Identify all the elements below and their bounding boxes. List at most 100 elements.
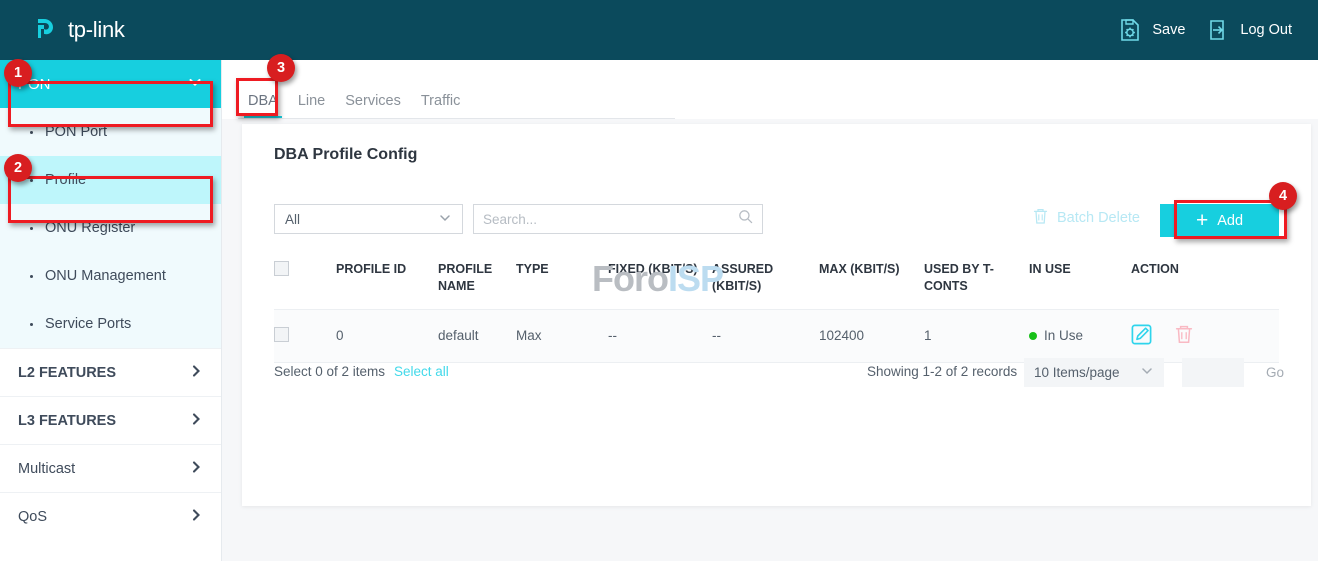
edit-icon[interactable] bbox=[1131, 324, 1152, 348]
logout-label: Log Out bbox=[1240, 22, 1292, 38]
column-in-use: IN USE bbox=[1029, 253, 1131, 309]
search-box[interactable] bbox=[473, 204, 763, 234]
cell-used-by-tconts: 1 bbox=[924, 309, 1029, 362]
row-checkbox[interactable] bbox=[274, 327, 289, 342]
cell-max: 102400 bbox=[819, 309, 924, 362]
sidebar-item-l2-features[interactable]: L2 FEATURES bbox=[0, 348, 221, 396]
cell-type: Max bbox=[516, 309, 608, 362]
cell-assured: -- bbox=[712, 309, 819, 362]
table-header-row: PROFILE ID PROFILE NAME TYPE FIXED (KBIT… bbox=[274, 253, 1279, 309]
column-profile-id: PROFILE ID bbox=[336, 253, 438, 309]
sidebar-item-label: L3 FEATURES bbox=[18, 413, 116, 429]
save-button[interactable]: Save bbox=[1117, 17, 1185, 43]
tab-bar: DBA Line Services Traffic bbox=[222, 60, 1318, 119]
table-toolbar: All bbox=[274, 204, 1279, 234]
search-icon[interactable] bbox=[738, 209, 753, 229]
cell-profile-name: default bbox=[438, 309, 516, 362]
cell-profile-id: 0 bbox=[336, 309, 438, 362]
filter-select-value: All bbox=[285, 212, 300, 227]
items-per-page-select[interactable]: 10 Items/page bbox=[1024, 358, 1164, 387]
sidebar-item-label: Profile bbox=[45, 172, 86, 188]
dba-profile-table: PROFILE ID PROFILE NAME TYPE FIXED (KBIT… bbox=[274, 253, 1279, 363]
add-button[interactable]: + Add bbox=[1160, 204, 1279, 237]
table-row[interactable]: 0 default Max -- -- 102400 1 In Use bbox=[274, 309, 1279, 362]
status-dot-icon bbox=[1029, 332, 1037, 340]
sidebar-group-pon-label: PON bbox=[18, 76, 51, 93]
delete-icon[interactable] bbox=[1174, 324, 1194, 348]
cell-fixed: -- bbox=[608, 309, 712, 362]
sidebar-item-pon-port[interactable]: PON Port bbox=[0, 108, 221, 156]
sidebar-sublist: PON Port Profile ONU Register ONU Manage… bbox=[0, 108, 221, 348]
page-title: DBA Profile Config bbox=[274, 146, 417, 164]
cell-in-use: In Use bbox=[1029, 309, 1131, 362]
sidebar-group-pon[interactable]: PON bbox=[0, 60, 221, 108]
sidebar-item-onu-register[interactable]: ONU Register bbox=[0, 204, 221, 252]
table-body: 0 default Max -- -- 102400 1 In Use bbox=[274, 309, 1279, 362]
select-all-checkbox[interactable] bbox=[274, 261, 289, 276]
select-all-link[interactable]: Select all bbox=[394, 364, 449, 379]
add-label: Add bbox=[1217, 213, 1243, 229]
page-number-input[interactable] bbox=[1182, 358, 1244, 387]
trash-icon bbox=[1032, 207, 1049, 229]
records-showing: Showing 1-2 of 2 records bbox=[867, 364, 1017, 379]
top-header-bar: tp-link bbox=[0, 0, 1318, 60]
sidebar-item-label: QoS bbox=[18, 509, 47, 525]
save-icon bbox=[1117, 17, 1143, 43]
tab-traffic[interactable]: Traffic bbox=[411, 93, 470, 119]
sidebar-item-label: ONU Management bbox=[45, 268, 166, 284]
tab-dba[interactable]: DBA bbox=[238, 93, 288, 119]
go-label: Go bbox=[1266, 365, 1284, 380]
sidebar-item-label: ONU Register bbox=[45, 220, 135, 236]
column-fixed: FIXED (KBIT/S) bbox=[608, 253, 712, 309]
column-used-by-tconts: USED BY T-CONTS bbox=[924, 253, 1029, 309]
sidebar-item-label: PON Port bbox=[45, 124, 107, 140]
sidebar-item-label: L2 FEATURES bbox=[18, 365, 116, 381]
chevron-right-icon bbox=[189, 508, 203, 526]
sidebar-item-l3-features[interactable]: L3 FEATURES bbox=[0, 396, 221, 444]
dba-profile-card: DBA Profile Config All bbox=[242, 124, 1311, 506]
sidebar-item-label: Service Ports bbox=[45, 316, 131, 332]
tab-label: DBA bbox=[248, 93, 278, 109]
table-header: PROFILE ID PROFILE NAME TYPE FIXED (KBIT… bbox=[274, 253, 1279, 309]
main-content: DBA Line Services Traffic DBA Profile Co… bbox=[222, 60, 1318, 561]
bullet-icon bbox=[30, 131, 33, 134]
app-root: tp-link bbox=[0, 0, 1318, 561]
go-button[interactable]: Go bbox=[1254, 358, 1296, 387]
tab-line[interactable]: Line bbox=[288, 93, 335, 119]
sidebar-item-service-ports[interactable]: Service Ports bbox=[0, 300, 221, 348]
batch-delete-button[interactable]: Batch Delete bbox=[1032, 207, 1140, 229]
select-all-header bbox=[274, 253, 336, 309]
column-action: ACTION bbox=[1131, 253, 1279, 309]
header-actions: Save Log Out bbox=[1117, 17, 1292, 43]
brand-name: tp-link bbox=[68, 17, 125, 43]
status-badge: In Use bbox=[1044, 328, 1083, 343]
items-per-page-value: 10 Items/page bbox=[1034, 365, 1120, 380]
tplink-logo[interactable]: tp-link bbox=[32, 15, 125, 45]
chevron-right-icon bbox=[189, 460, 203, 478]
tplink-logo-icon bbox=[32, 15, 62, 45]
tab-label: Services bbox=[345, 93, 401, 109]
sidebar-item-multicast[interactable]: Multicast bbox=[0, 444, 221, 492]
bullet-icon bbox=[30, 227, 33, 230]
sidebar-item-profile[interactable]: Profile bbox=[0, 156, 221, 204]
sidebar-item-qos[interactable]: QoS bbox=[0, 492, 221, 540]
sidebar-item-onu-management[interactable]: ONU Management bbox=[0, 252, 221, 300]
chevron-down-icon bbox=[438, 211, 452, 228]
chevron-down-icon bbox=[187, 74, 203, 94]
sidebar-item-label: Multicast bbox=[18, 461, 75, 477]
table-footer: Select 0 of 2 items Select all Showing 1… bbox=[274, 358, 1279, 390]
filter-select[interactable]: All bbox=[274, 204, 463, 234]
batch-delete-label: Batch Delete bbox=[1057, 210, 1140, 226]
bullet-icon bbox=[30, 179, 33, 182]
column-assured: ASSURED (KBIT/S) bbox=[712, 253, 819, 309]
sidebar: PON PON Port Profile ONU Register bbox=[0, 60, 222, 561]
bullet-icon bbox=[30, 323, 33, 326]
save-label: Save bbox=[1152, 22, 1185, 38]
tab-label: Traffic bbox=[421, 93, 460, 109]
logout-button[interactable]: Log Out bbox=[1205, 17, 1292, 43]
chevron-down-icon bbox=[1140, 364, 1154, 381]
tab-services[interactable]: Services bbox=[335, 93, 411, 119]
selection-count: Select 0 of 2 items bbox=[274, 364, 385, 379]
column-type: TYPE bbox=[516, 253, 608, 309]
search-input[interactable] bbox=[483, 212, 738, 227]
